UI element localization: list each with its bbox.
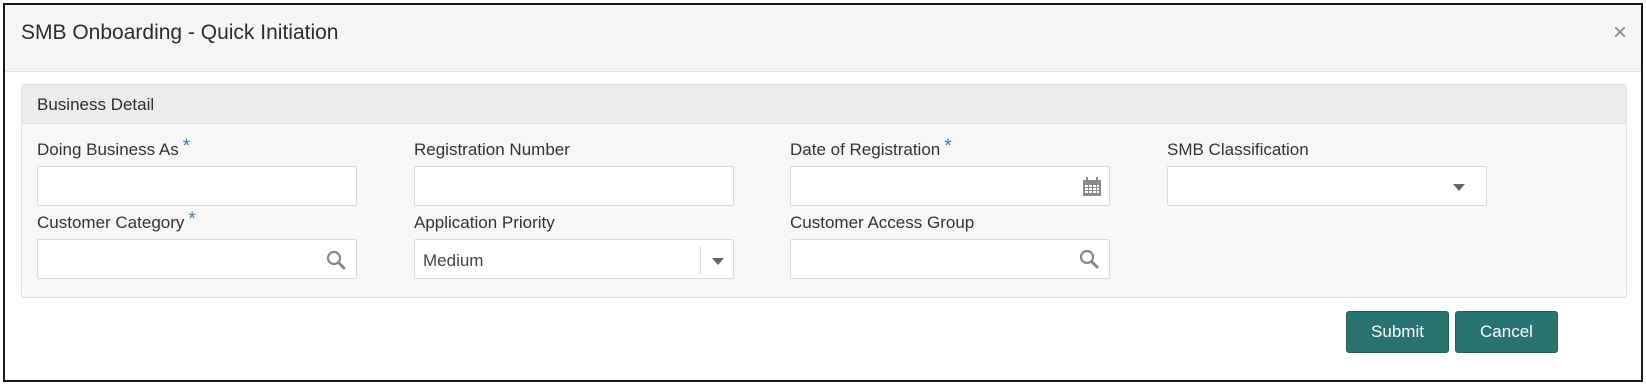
cancel-button[interactable]: Cancel [1455, 311, 1558, 353]
registration-number-input[interactable] [414, 166, 734, 206]
registration-number-label: Registration Number [414, 140, 570, 160]
dialog-title: SMB Onboarding - Quick Initiation [21, 21, 339, 44]
smb-classification-label: SMB Classification [1167, 140, 1309, 160]
required-marker: * [944, 136, 952, 157]
application-priority-label: Application Priority [414, 213, 555, 233]
required-marker: * [182, 136, 191, 157]
chevron-down-icon[interactable] [1453, 184, 1465, 191]
smb-classification-select[interactable] [1167, 166, 1487, 206]
required-marker: * [188, 209, 196, 230]
calendar-icon[interactable] [1082, 177, 1102, 197]
smb-onboarding-dialog: SMB Onboarding - Quick Initiation × Busi… [3, 3, 1643, 382]
application-priority-label-text: Application Priority [414, 213, 555, 232]
date-of-registration-input[interactable] [790, 166, 1110, 206]
application-priority-select[interactable]: Medium [414, 239, 734, 279]
doing-business-as-label-text: Doing Business As [37, 140, 179, 159]
doing-business-as-input[interactable] [37, 166, 357, 206]
panel-header: Business Detail [22, 85, 1626, 124]
select-divider [700, 246, 701, 274]
application-priority-value: Medium [423, 251, 484, 270]
customer-access-group-input[interactable] [790, 239, 1110, 279]
customer-category-input[interactable] [37, 239, 357, 279]
registration-number-label-text: Registration Number [414, 140, 570, 159]
customer-category-label: Customer Category * [37, 209, 196, 235]
panel-title: Business Detail [37, 95, 155, 114]
date-of-registration-label: Date of Registration * [790, 136, 952, 162]
search-icon[interactable] [1079, 249, 1099, 269]
business-detail-panel: Business Detail Doing Business As * Regis… [21, 84, 1627, 298]
close-icon[interactable]: × [1613, 19, 1627, 47]
chevron-down-icon[interactable] [712, 258, 724, 265]
doing-business-as-label: Doing Business As * [37, 136, 190, 162]
customer-category-label-text: Customer Category [37, 213, 185, 232]
search-icon[interactable] [326, 250, 346, 270]
smb-classification-label-text: SMB Classification [1167, 140, 1309, 159]
date-of-registration-label-text: Date of Registration [790, 140, 941, 159]
submit-button[interactable]: Submit [1346, 311, 1449, 353]
dialog-header: SMB Onboarding - Quick Initiation × [5, 5, 1641, 72]
customer-access-group-label: Customer Access Group [790, 213, 974, 233]
customer-access-group-label-text: Customer Access Group [790, 213, 975, 232]
